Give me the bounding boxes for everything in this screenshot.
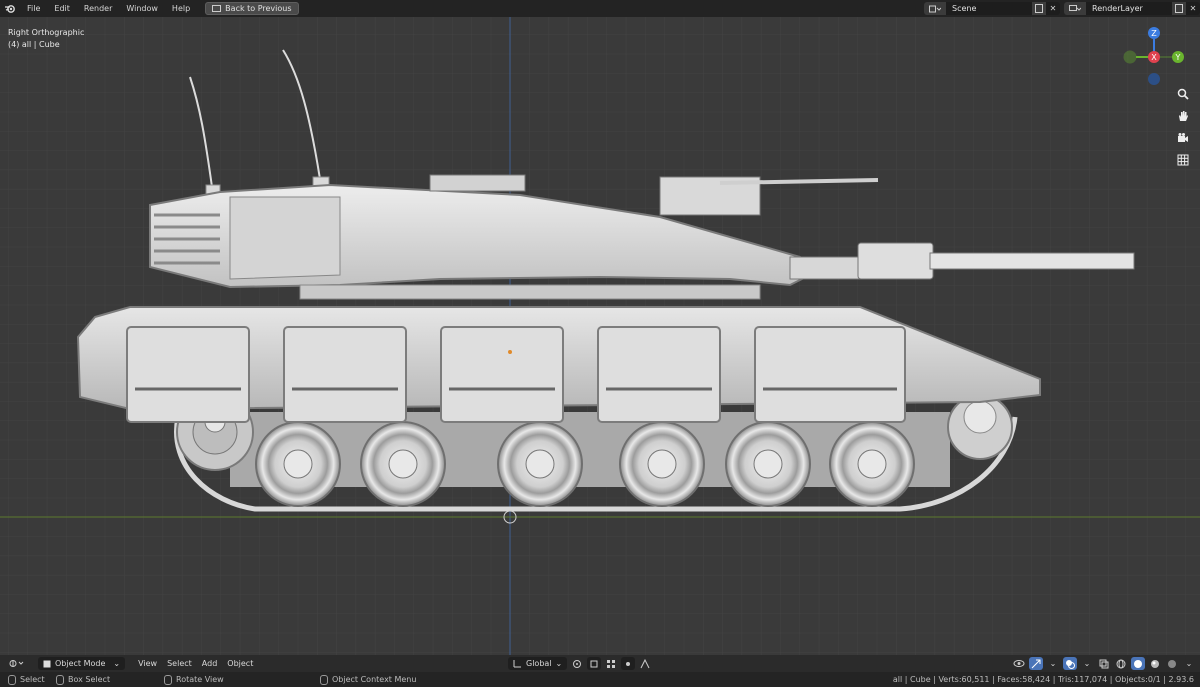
menu-window[interactable]: Window [119, 0, 165, 17]
status-select: Select [8, 674, 45, 685]
gizmo-toggle-icon[interactable] [1029, 657, 1043, 670]
wireframe-shading-icon[interactable] [1114, 657, 1128, 670]
chevron-down-icon: ⌄ [113, 659, 121, 668]
orientation-icon [513, 660, 521, 668]
gizmo-dropdown-icon[interactable]: ⌄ [1046, 657, 1060, 670]
grid-icon[interactable] [1174, 151, 1192, 169]
status-box-select: Box Select [56, 674, 111, 685]
proportional-editing-icon[interactable] [621, 657, 636, 670]
top-bar: File Edit Render Window Help Back to Pre… [0, 0, 1200, 17]
falloff-icon[interactable] [638, 657, 652, 670]
menu-render[interactable]: Render [77, 0, 119, 17]
back-to-previous-button[interactable]: Back to Previous [205, 2, 299, 15]
gizmo-y-label: Y [1175, 53, 1181, 62]
mouse-middle-icon [164, 674, 172, 685]
scene-selector[interactable]: Scene ✕ [924, 2, 1060, 15]
status-rotate-label: Rotate View [176, 675, 224, 684]
menu-help[interactable]: Help [165, 0, 197, 17]
transform-orientation-dropdown[interactable]: Global ⌄ [508, 657, 568, 670]
side-skirts [126, 326, 906, 423]
status-context-menu: Object Context Menu [320, 674, 417, 685]
object-mode-icon [43, 660, 51, 667]
view-name: Right Orthographic [8, 28, 85, 37]
render-layer-icon [1064, 2, 1086, 15]
visibility-icon[interactable] [1012, 657, 1026, 670]
gizmo-y-axis [1123, 50, 1137, 64]
render-layer-name[interactable]: RenderLayer [1086, 4, 1172, 13]
pivot-point-icon[interactable] [570, 657, 584, 670]
shading-dropdown-icon[interactable]: ⌄ [1182, 657, 1196, 670]
tank-model[interactable] [0, 17, 1200, 655]
material-shading-icon[interactable] [1148, 657, 1162, 670]
mouse-left-icon [8, 674, 16, 685]
collection-info: (4) all | Cube [8, 40, 60, 49]
status-rotate: Rotate View [164, 674, 224, 685]
rendered-shading-icon[interactable] [1165, 657, 1179, 670]
remove-scene-icon[interactable]: ✕ [1046, 2, 1060, 15]
render-layer-selector[interactable]: RenderLayer ✕ [1064, 2, 1200, 15]
menu-object[interactable]: Object [222, 657, 258, 670]
solid-shading-icon[interactable] [1131, 657, 1145, 670]
new-scene-icon[interactable] [1032, 2, 1046, 15]
new-render-layer-icon[interactable] [1172, 2, 1186, 15]
orientation-label: Global [526, 659, 552, 668]
mouse-left-drag-icon [56, 674, 64, 685]
chevron-down-icon: ⌄ [555, 659, 563, 668]
snap-target-icon[interactable] [604, 657, 618, 670]
gizmo-z-label: Z [1151, 29, 1157, 38]
menu-view[interactable]: View [133, 657, 162, 670]
menu-select[interactable]: Select [162, 657, 197, 670]
menu-file[interactable]: File [20, 0, 47, 17]
viewport-header: Object Mode ⌄ View Select Add Object Glo… [0, 655, 1200, 672]
overlays-toggle-icon[interactable] [1063, 657, 1077, 670]
navigation-gizmo[interactable]: Z Y X [1122, 25, 1186, 89]
menu-edit[interactable]: Edit [47, 0, 77, 17]
overlays-dropdown-icon[interactable]: ⌄ [1080, 657, 1094, 670]
status-select-label: Select [20, 675, 45, 684]
back-to-previous-label: Back to Previous [225, 4, 292, 13]
menu-add[interactable]: Add [197, 657, 223, 670]
status-context-label: Object Context Menu [332, 675, 417, 684]
zoom-icon[interactable] [1174, 85, 1192, 103]
scene-statistics: all | Cube | Verts:60,511 | Faces:58,424… [892, 675, 1194, 684]
editor-type-icon[interactable] [4, 657, 30, 670]
hand-icon[interactable] [1174, 107, 1192, 125]
blender-logo-icon[interactable] [0, 0, 20, 17]
mouse-right-icon [320, 674, 328, 685]
object-mode-label: Object Mode [55, 659, 106, 668]
viewport-info: Right Orthographic (4) all | Cube [8, 27, 84, 51]
scene-name[interactable]: Scene [946, 4, 1032, 13]
gizmo-x-label: X [1151, 53, 1157, 62]
camera-icon[interactable] [1174, 129, 1192, 147]
remove-render-layer-icon[interactable]: ✕ [1186, 2, 1200, 15]
snap-toggle-icon[interactable] [587, 657, 602, 670]
status-bar: Select Box Select Rotate View Object Con… [0, 672, 1200, 687]
xray-toggle-icon[interactable] [1097, 657, 1111, 670]
scene-icon [924, 2, 946, 15]
screen-icon [212, 5, 222, 12]
object-mode-dropdown[interactable]: Object Mode ⌄ [38, 657, 126, 670]
3d-viewport[interactable]: Right Orthographic (4) all | Cube Z Y X [0, 17, 1200, 655]
status-box-select-label: Box Select [68, 675, 111, 684]
